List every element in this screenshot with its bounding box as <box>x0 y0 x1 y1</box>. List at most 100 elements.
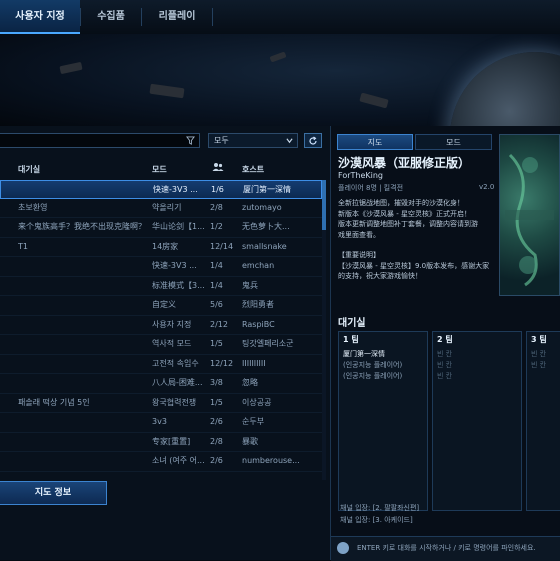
chat-emoji-icon[interactable] <box>337 542 349 554</box>
lobby-players-cell: 2/12 <box>210 319 228 329</box>
game-filter-dropdown[interactable]: 모두 <box>208 133 298 148</box>
lobby-host-cell: numberouse... <box>242 456 300 465</box>
lobby-players-cell: 2/6 <box>210 456 223 465</box>
tab-custom[interactable]: 사용자 지정 <box>0 0 80 34</box>
map-info-button[interactable]: 지도 정보 <box>0 481 107 505</box>
team-3-box: 3 팀 빈 칸 빈 칸 <box>526 331 560 511</box>
lobby-host-cell: 烈阳勇者 <box>242 300 274 309</box>
lobby-host-cell: 팅갓엘페리소군 <box>242 339 294 348</box>
lobby-players-cell: 1/5 <box>210 397 223 407</box>
team-slot-ai[interactable]: (인공지능 플레이어) <box>343 360 402 370</box>
lobby-row[interactable]: 自定义 5/6 烈阳勇者 <box>0 296 322 316</box>
team-slot-empty[interactable]: 빈 칸 <box>437 360 452 370</box>
map-meta: 플레이어 8명 | 킬격전 <box>338 184 404 192</box>
map-title: 沙漠风暴（亚服修正版） <box>338 156 471 170</box>
lobby-players-cell: 1/6 <box>211 185 224 194</box>
lobby-row[interactable]: 来个鬼族高手？我绝不出现克隆啊？ 华山论剑【1... 1/2 无色萝卜大... <box>0 218 322 238</box>
description-line: 全新拉锯战地图，摧毁对手的沙漠化身！ <box>338 199 464 207</box>
tab-replays[interactable]: 리플레이 <box>142 0 212 34</box>
lobby-players-cell: 2/6 <box>210 417 223 426</box>
team-1-box: 1 팀 厦门第一深情 (인공지능 플레이어) (인공지능 플레이어) <box>338 331 428 511</box>
lobby-name-cell: T1 <box>18 241 28 251</box>
map-preview-image[interactable] <box>499 134 560 296</box>
column-header-host[interactable]: 호스트 <box>242 164 264 175</box>
lobby-players-cell: 5/6 <box>210 300 223 309</box>
chat-placeholder: ENTER 키로 대화를 시작하거나 / 키로 명령어를 파인하세요. <box>357 544 536 552</box>
team-name: 1 팀 <box>343 335 359 344</box>
search-input[interactable] <box>0 133 200 148</box>
map-terrain-graphic <box>505 153 554 287</box>
team-slot-player[interactable]: 厦门第一深情 <box>343 349 385 359</box>
lobby-mode-cell: 快速-3V3 ... <box>153 185 198 194</box>
lobby-mode-cell: 自定义 <box>152 300 176 309</box>
lobby-row[interactable]: 快速-3V3 ... 1/4 emchan <box>0 257 322 277</box>
dropdown-value: 모두 <box>214 136 229 145</box>
lobby-mode-cell: 소녀 (여주 어... <box>152 456 205 465</box>
lobby-players-cell: 12/14 <box>210 241 234 251</box>
planet-graphic <box>450 52 560 126</box>
lobby-row[interactable]: 3v3 2/6 순두부 <box>0 413 322 433</box>
filter-bar: 모두 <box>0 130 330 152</box>
debris-graphic <box>269 51 287 63</box>
lobby-list-panel: 모두 대기실 모드 호스트 快速-3V3 ... 1/6 厦门第一深情 초보환영 약올리… <box>0 126 331 560</box>
lobby-row[interactable]: 역사적 모드 1/5 팅갓엘페리소군 <box>0 335 322 355</box>
tab-collection[interactable]: 수집품 <box>81 0 141 34</box>
lobby-row[interactable]: 标准模式【3... 1/4 鬼兵 <box>0 277 322 296</box>
scrollbar-thumb[interactable] <box>322 180 326 230</box>
lobby-row[interactable]: T1 14房家 12/14 smallsnake <box>0 238 322 257</box>
column-header-mode[interactable]: 모드 <box>152 164 167 175</box>
lobby-players-cell: 1/5 <box>210 339 223 348</box>
map-author[interactable]: ForTheKing <box>338 171 383 180</box>
lobby-mode-cell: 약올리기 <box>152 202 182 212</box>
lobby-mode-cell: 标准模式【3... <box>152 280 205 290</box>
map-version: v2.0 <box>479 183 495 191</box>
team-slot-empty[interactable]: 빈 칸 <box>437 349 452 359</box>
tab-map[interactable]: 지도 <box>337 134 413 150</box>
team-name: 2 팀 <box>437 335 453 344</box>
lobby-host-cell: 순두부 <box>242 417 265 426</box>
team-slot-empty[interactable]: 빈 칸 <box>437 371 452 381</box>
lobby-row[interactable]: 八人局-困难... 3/8 忽略 <box>0 374 322 394</box>
refresh-button[interactable] <box>304 133 322 148</box>
team-slot-empty[interactable]: 빈 칸 <box>531 360 546 370</box>
lobby-scrollbar[interactable] <box>322 180 326 480</box>
lobby-host-cell: smallsnake <box>242 241 287 251</box>
column-header-lobby[interactable]: 대기실 <box>18 164 40 175</box>
lobby-row[interactable]: 소녀 (여주 어... 2/6 numberouse... <box>0 452 322 472</box>
lobby-row[interactable]: 고전적 속임수 12/12 IIIIIIIIII <box>0 355 322 374</box>
description-line: 新版本《沙漠风暴 - 星空灵核》正式开启！ <box>338 209 471 218</box>
team-2-box: 2 팀 빈 칸 빈 칸 빈 칸 <box>432 331 522 511</box>
lobby-row[interactable]: 专家[重置] 2/8 暴歌 <box>0 433 322 452</box>
space-banner-image <box>0 34 560 126</box>
chat-input[interactable]: ENTER 키로 대화를 시작하거나 / 키로 명령어를 파인하세요. <box>331 536 560 561</box>
lobby-host-cell: zutomayo <box>242 202 282 212</box>
lobby-players-cell: 12/12 <box>210 358 234 368</box>
lobby-mode-cell: 快速-3V3 ... <box>152 261 197 270</box>
lobby-players-cell: 3/8 <box>210 378 223 387</box>
lobby-table: 快速-3V3 ... 1/6 厦门第一深情 초보환영 약올리기 2/8 zutomayo 来个… <box>0 180 322 472</box>
tab-mod[interactable]: 모드 <box>415 134 492 150</box>
lobby-players-cell: 2/8 <box>210 436 223 446</box>
lobby-host-cell: 暴歌 <box>242 436 258 446</box>
team-slot-ai[interactable]: (인공지능 플레이어) <box>343 371 402 381</box>
lobby-players-cell: 1/2 <box>210 222 223 231</box>
lobby-row[interactable]: 사용자 지정 2/12 RaspiBC <box>0 316 322 335</box>
lobby-mode-cell: 14房家 <box>152 241 179 251</box>
team-slot-empty[interactable]: 빈 칸 <box>531 349 546 359</box>
lobby-host-cell: 忽略 <box>242 378 258 387</box>
filter-icon[interactable] <box>186 136 195 145</box>
description-line: 的支持，祝大家游戏愉快！ <box>338 272 422 280</box>
chat-message: 채널 입장: [3. 아케이드] <box>340 516 413 524</box>
description-line: 【重要说明】 <box>338 251 380 259</box>
map-description: 全新拉锯战地图，摧毁对手的沙漠化身！ 新版本《沙漠风暴 - 星空灵核》正式开启！… <box>338 198 493 282</box>
lobby-row[interactable]: 초보환영 약올리기 2/8 zutomayo <box>0 199 322 218</box>
lobby-mode-cell: 华山论剑【1... <box>152 222 205 231</box>
players-icon[interactable] <box>212 162 224 172</box>
debris-graphic <box>359 92 389 109</box>
lobby-name-cell: 초보환영 <box>18 202 48 212</box>
description-line <box>338 240 493 250</box>
lobby-row[interactable]: 패솔래 떡상 기념 5인 왕국협력전쟁 1/5 이상공공 <box>0 394 322 413</box>
lobby-row[interactable]: 快速-3V3 ... 1/6 厦门第一深情 <box>0 180 322 199</box>
chevron-down-icon <box>286 138 293 144</box>
lobby-mode-cell: 3v3 <box>152 417 167 426</box>
